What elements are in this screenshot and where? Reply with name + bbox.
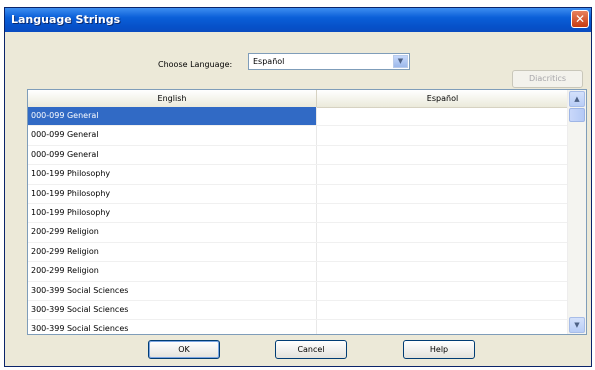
spanish-cell[interactable] [317,146,568,164]
table-row[interactable]: 000-099 General [28,126,568,146]
grid-rows: 000-099 General 000-099 General 000-099 Ge… [28,107,568,334]
table-row[interactable]: 200-299 Religion [28,262,568,282]
english-cell[interactable]: 200-299 Religion [28,262,317,281]
language-strings-dialog: Language Strings ✕ Choose Language: Espa… [4,7,592,367]
column-header-english[interactable]: English [28,90,317,107]
table-row[interactable]: 200-299 Religion [28,242,568,263]
english-cell[interactable]: 200-299 Religion [28,242,317,262]
close-button[interactable]: ✕ [571,10,589,28]
english-cell[interactable]: 000-099 General [28,107,317,126]
spanish-cell[interactable] [317,262,568,280]
english-cell[interactable]: 200-299 Religion [28,223,317,242]
table-row[interactable]: 100-199 Philosophy [28,165,568,185]
choose-language-label: Choose Language: [158,60,233,69]
english-cell[interactable]: 000-099 General [28,145,317,165]
spanish-cell[interactable] [317,320,568,334]
cancel-button[interactable]: Cancel [275,340,347,359]
column-header-spanish[interactable]: Español [317,90,568,107]
language-selected-value: Español [253,57,285,66]
vertical-scrollbar[interactable]: ▲ ▼ [567,90,586,334]
table-row[interactable]: 300-399 Social Sciences [28,320,568,334]
scroll-thumb[interactable] [569,108,585,122]
english-cell[interactable]: 300-399 Social Sciences [28,281,317,300]
english-cell[interactable]: 300-399 Social Sciences [28,300,317,320]
table-row[interactable]: 300-399 Social Sciences [28,281,568,301]
chevron-down-icon[interactable]: ▼ [393,55,408,68]
table-row[interactable]: 000-099 General [28,145,568,166]
window-title: Language Strings [11,13,121,26]
ok-button[interactable]: OK [148,340,220,359]
scroll-down-icon[interactable]: ▼ [569,317,585,333]
title-bar[interactable]: Language Strings ✕ [5,8,591,32]
strings-grid[interactable]: English Español 000-099 General 000-099 G… [27,89,587,335]
table-row[interactable]: 300-399 Social Sciences [28,300,568,321]
table-row[interactable]: 100-199 Philosophy [28,184,568,204]
spanish-cell[interactable] [317,282,568,300]
spanish-cell[interactable] [317,185,568,203]
table-row[interactable]: 100-199 Philosophy [28,203,568,224]
spanish-cell[interactable] [317,301,568,319]
spanish-cell[interactable] [317,243,568,261]
scroll-up-icon[interactable]: ▲ [569,91,585,107]
english-cell[interactable]: 100-199 Philosophy [28,184,317,203]
spanish-cell[interactable] [317,126,568,144]
spanish-cell[interactable] [317,204,568,222]
table-row[interactable]: 200-299 Religion [28,223,568,243]
spanish-cell[interactable] [317,107,568,125]
grid-header: English Español [28,90,568,108]
english-cell[interactable]: 100-199 Philosophy [28,203,317,223]
diacritics-button[interactable]: Diacritics [512,70,583,88]
english-cell[interactable]: 300-399 Social Sciences [28,320,317,334]
english-cell[interactable]: 000-099 General [28,126,317,145]
help-button[interactable]: Help [403,340,475,359]
table-row[interactable]: 000-099 General [28,107,568,127]
spanish-cell[interactable] [317,223,568,241]
language-dropdown[interactable]: Español ▼ [248,53,410,70]
spanish-cell[interactable] [317,165,568,183]
english-cell[interactable]: 100-199 Philosophy [28,165,317,184]
